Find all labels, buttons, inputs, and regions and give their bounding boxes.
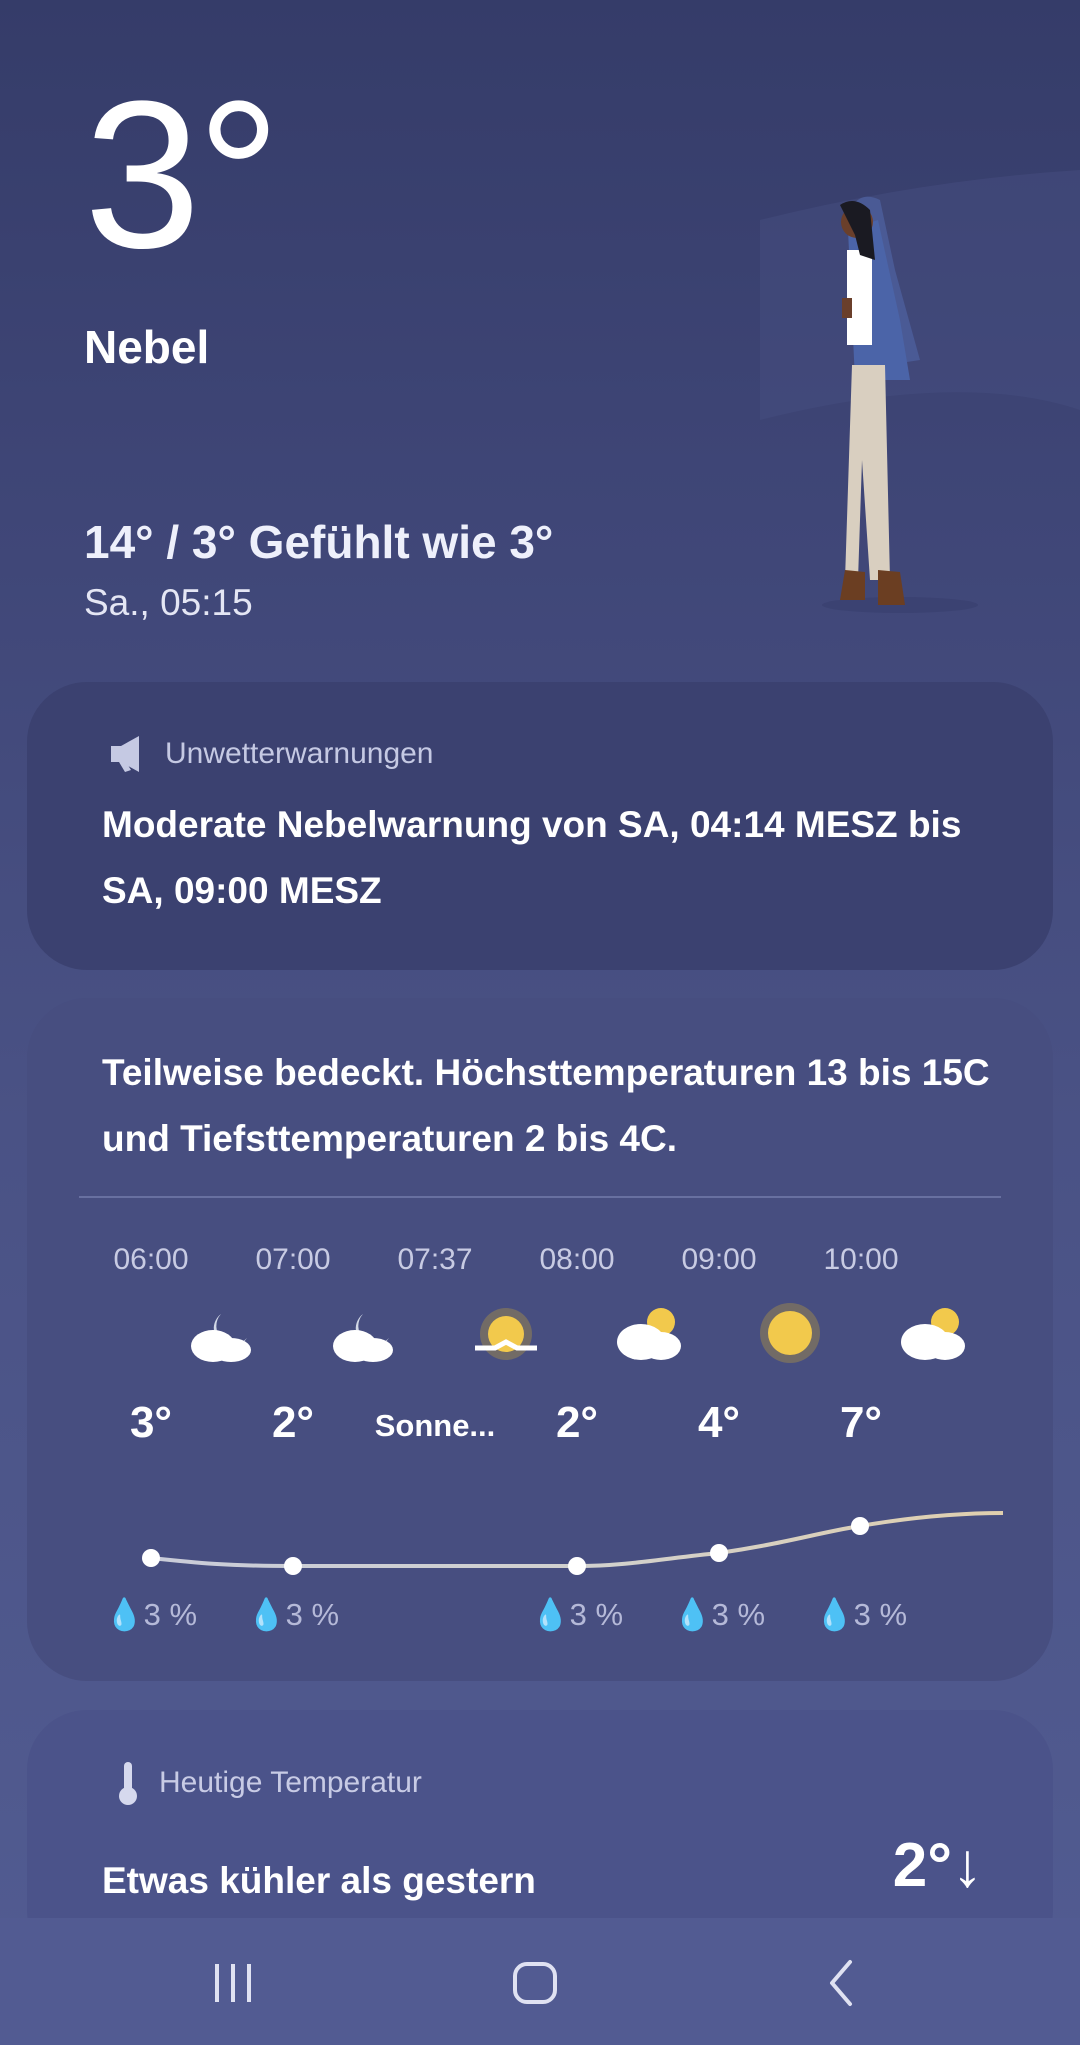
hour-precip: 💧3 % — [246, 1597, 340, 1632]
hour-temp: 7° — [839, 1398, 883, 1447]
hour-precip: 💧3 % — [530, 1597, 624, 1632]
home-icon[interactable] — [505, 1958, 565, 2008]
droplet-icon: 💧 — [246, 1597, 286, 1632]
hour-precip: 💧3 % — [814, 1597, 908, 1632]
temp-point — [568, 1557, 586, 1575]
back-icon[interactable] — [812, 1958, 872, 2008]
temperature-difference: 2°↓ — [892, 1831, 983, 1900]
hourly-forecast-card[interactable]: Teilweise bedeckt. Höchsttemperaturen 13… — [27, 998, 1053, 1681]
hour-temp: 3° — [129, 1398, 173, 1447]
sun-icon — [760, 1303, 820, 1363]
hour-time: 07:37 — [397, 1243, 473, 1276]
droplet-icon: 💧 — [672, 1597, 712, 1632]
today-temperature-label: Heutige Temperatur — [159, 1766, 422, 1799]
hour-precip: 💧3 % — [672, 1597, 766, 1632]
severe-weather-alert-card[interactable]: Unwetterwarnungen Moderate Nebelwarnung … — [27, 682, 1053, 970]
person-in-fog-illustration — [760, 170, 1080, 613]
sun-cloud-icon — [617, 1308, 681, 1360]
droplet-icon: 💧 — [814, 1597, 854, 1632]
hour-temp: 2° — [555, 1398, 599, 1447]
hour-temp: Sonne... — [374, 1408, 496, 1443]
hour-temp: 2° — [271, 1398, 315, 1447]
temperature-comparison: Etwas kühler als gestern — [102, 1860, 536, 1901]
droplet-icon: 💧 — [530, 1597, 570, 1632]
current-temperature: 3° — [84, 57, 281, 292]
temp-point — [851, 1517, 869, 1535]
current-condition: Nebel — [84, 321, 210, 373]
hour-temp: 4° — [697, 1398, 741, 1447]
hour-time: 09:00 — [681, 1243, 757, 1276]
temp-point — [142, 1549, 160, 1567]
alert-label: Unwetterwarnungen — [165, 737, 434, 770]
droplet-icon: 💧 — [104, 1597, 144, 1632]
system-navigation-bar — [0, 1918, 1080, 2045]
hour-time: 06:00 — [113, 1243, 189, 1276]
megaphone-icon — [111, 736, 139, 772]
moon-cloud-icon — [191, 1314, 251, 1362]
temp-point — [710, 1544, 728, 1562]
hour-time: 07:00 — [255, 1243, 331, 1276]
hour-time: 08:00 — [539, 1243, 615, 1276]
min-max-feels-like: 14° / 3° Gefühlt wie 3° — [84, 516, 554, 568]
temp-point — [284, 1557, 302, 1575]
sun-cloud-icon — [901, 1308, 965, 1360]
moon-cloud-icon — [333, 1314, 393, 1362]
hour-precip: 💧3 % — [104, 1597, 198, 1632]
current-datetime: Sa., 05:15 — [84, 582, 253, 623]
thermometer-icon — [119, 1762, 137, 1805]
alert-text: Moderate Nebelwarnung von SA, 04:14 MESZ… — [102, 804, 962, 911]
recent-apps-icon[interactable] — [203, 1958, 263, 2008]
hour-time: 10:00 — [823, 1243, 899, 1276]
sunrise-icon — [475, 1308, 537, 1360]
